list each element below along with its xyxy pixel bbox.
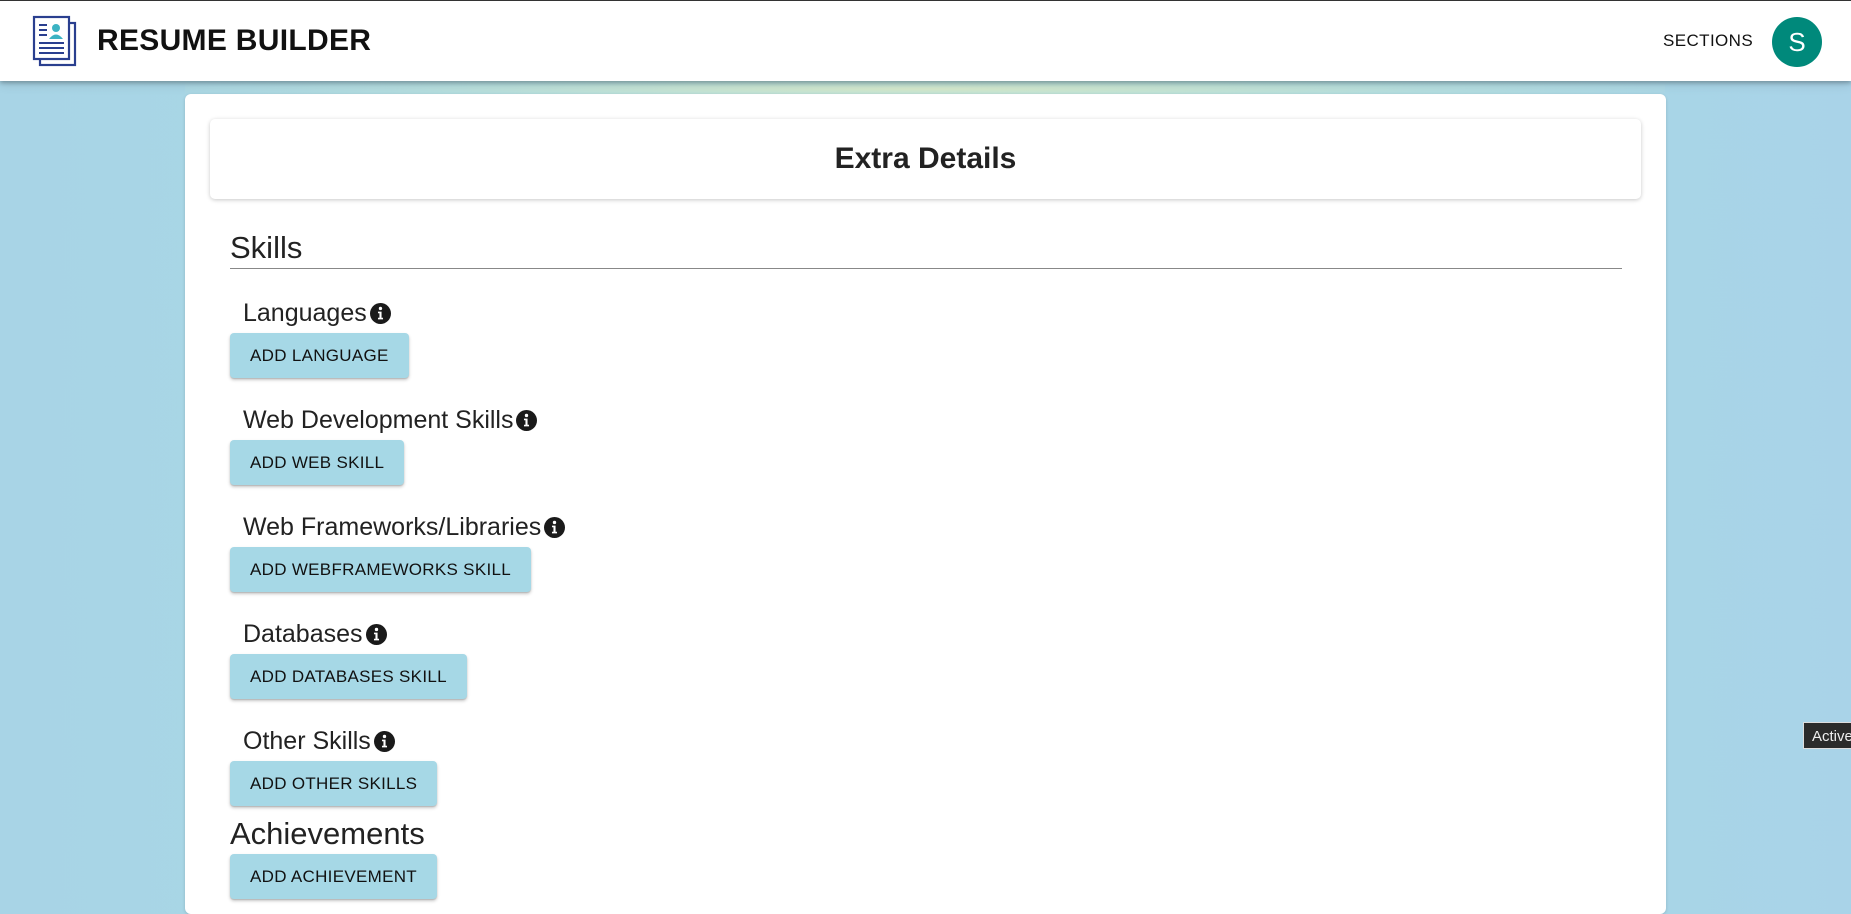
skill-group-label-text: Databases bbox=[243, 619, 363, 648]
resume-document-icon bbox=[32, 15, 77, 67]
skill-group-label-databases: Databases bbox=[243, 617, 467, 651]
add-other-skills-button[interactable]: ADD OTHER SKILLS bbox=[230, 761, 438, 806]
add-webframeworks-skill-button[interactable]: ADD WEBFRAMEWORKS SKILL bbox=[230, 547, 531, 592]
skill-group-languages: Languages ADD LANGUAGE bbox=[230, 296, 409, 378]
skill-group-label-text: Web Frameworks/Libraries bbox=[243, 512, 542, 541]
app-title: RESUME BUILDER bbox=[97, 24, 372, 57]
info-icon[interactable] bbox=[544, 516, 566, 538]
avatar[interactable]: S bbox=[1772, 17, 1822, 67]
skills-divider bbox=[230, 268, 1622, 269]
skill-group-label-text: Languages bbox=[243, 298, 367, 327]
add-web-skill-button[interactable]: ADD WEB SKILL bbox=[230, 440, 405, 485]
skill-group-label-web-frameworks: Web Frameworks/Libraries bbox=[243, 510, 566, 544]
main-paper: Extra Details Skills Languages ADD LANGU… bbox=[185, 94, 1666, 914]
skill-group-label-web-development: Web Development Skills bbox=[243, 403, 538, 437]
add-databases-skill-button[interactable]: ADD DATABASES SKILL bbox=[230, 654, 467, 699]
skill-group-label-text: Other Skills bbox=[243, 726, 371, 755]
skill-group-label-other: Other Skills bbox=[243, 724, 437, 758]
app-bar: RESUME BUILDER SECTIONS S bbox=[0, 0, 1851, 81]
skill-group-label-languages: Languages bbox=[243, 296, 409, 330]
skill-group-label-text: Web Development Skills bbox=[243, 405, 514, 434]
achievements-group: ADD ACHIEVEMENT bbox=[230, 854, 437, 899]
skill-group-web-development: Web Development Skills ADD WEB SKILL bbox=[230, 403, 538, 485]
info-icon[interactable] bbox=[365, 623, 387, 645]
sections-button[interactable]: SECTIONS bbox=[1650, 25, 1766, 57]
tooltip: Active bbox=[1803, 722, 1851, 749]
info-icon[interactable] bbox=[369, 302, 391, 324]
info-icon[interactable] bbox=[516, 409, 538, 431]
info-icon[interactable] bbox=[373, 730, 395, 752]
skill-group-other: Other Skills ADD OTHER SKILLS bbox=[230, 724, 438, 806]
page-title: Extra Details bbox=[834, 142, 1017, 175]
skills-section-title: Skills bbox=[230, 230, 303, 265]
page-heading-card: Extra Details bbox=[210, 119, 1641, 199]
skill-group-databases: Databases ADD DATABASES SKILL bbox=[230, 617, 467, 699]
add-achievement-button[interactable]: ADD ACHIEVEMENT bbox=[230, 854, 437, 899]
brand-home-link[interactable]: RESUME BUILDER bbox=[31, 15, 371, 67]
achievements-section-title: Achievements bbox=[230, 816, 425, 851]
skill-group-web-frameworks: Web Frameworks/Libraries ADD WEBFRAMEWOR… bbox=[230, 510, 566, 592]
add-language-button[interactable]: ADD LANGUAGE bbox=[230, 333, 409, 378]
